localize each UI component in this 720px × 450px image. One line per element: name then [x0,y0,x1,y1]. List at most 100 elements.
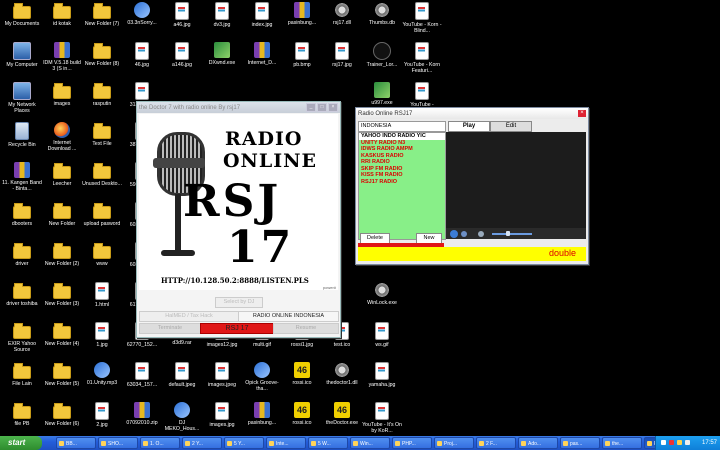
desktop-icon[interactable]: My Computer [2,42,42,68]
desktop-icon[interactable]: New Folder (7) [82,2,122,27]
tab-edit[interactable]: Edit [490,121,532,132]
desktop-icon[interactable]: YouTube - [402,82,442,108]
desktop-icon[interactable]: images.jpg [202,402,242,428]
desktop-icon[interactable]: YouTube - Korn Featuri... [402,42,442,74]
desktop-icon[interactable]: New Folder (2) [42,242,82,267]
desktop-icon[interactable]: ws.gif [362,322,402,348]
desktop-icon[interactable]: 11. Kangen Band - Binta... [2,162,42,192]
desktop-icon[interactable]: yamaha.jpg [362,362,402,388]
desktop-icon[interactable]: dbooters [2,202,42,227]
desktop-icon[interactable]: Internet Download ... [42,122,82,152]
speaker-icon[interactable] [478,231,484,237]
desktop-icon[interactable]: rsj17.dll [322,2,362,26]
desktop-icon[interactable]: u997.exe [362,82,402,106]
tray-icon-volume[interactable] [685,440,690,445]
desktop-icon[interactable]: www [82,242,122,267]
taskbar-button[interactable]: Inte... [266,437,306,449]
volume-slider[interactable] [492,233,532,235]
desktop-icon[interactable]: 46 rossi.ico [282,402,322,426]
desktop-icon[interactable]: New Folder (5) [42,362,82,387]
desktop-icon[interactable]: Internet_D... [242,42,282,66]
desktop-icon[interactable]: 1.html [82,282,122,308]
select-by-dj-button[interactable]: Select by DJ [215,297,263,308]
radio-close-button[interactable]: × [578,110,586,117]
desktop-icon[interactable]: images.jpeg [202,362,242,388]
taskbar-button[interactable]: 2 F... [476,437,516,449]
desktop-icon[interactable]: Recycle Bin [2,122,42,148]
desktop-icon[interactable]: Unused Deskto... [82,162,122,187]
radio-online-indonesia-button[interactable]: RADIO ONLINE INDONESIA [238,311,339,322]
desktop-icon[interactable]: New Folder (6) [42,402,82,427]
taskbar-button[interactable]: 5 Y... [224,437,264,449]
tray-icon-antivirus[interactable] [669,440,674,445]
terminate-button[interactable]: Terminate [139,323,201,334]
tab-play[interactable]: Play [448,121,490,132]
desktop-icon[interactable]: driver [2,242,42,267]
taskbar-button[interactable]: Win... [350,437,390,449]
station-list[interactable]: YAHOO INDO RADIO YIC UNITY RADIO N3 IDWS R… [358,132,446,240]
taskbar-button[interactable]: Proj... [434,437,474,449]
close-button[interactable]: × [328,103,338,112]
station-item[interactable]: RSJ17 RADIO [359,179,445,186]
start-button[interactable]: start [0,436,42,450]
stop-icon[interactable] [461,231,467,237]
desktop-icon[interactable]: images [42,82,82,107]
desktop-icon[interactable]: WinLock.exe [362,282,402,306]
tray-icon-network[interactable] [661,440,666,445]
desktop-icon[interactable]: New Folder (8) [82,42,122,67]
radio-window[interactable]: Radio Online RSJ17 × INDONESIA YAHOO IND… [355,107,589,265]
desktop-icon[interactable]: Thumbs.db [362,2,402,26]
desktop-icon[interactable]: id kotak [42,2,82,27]
desktop-icon[interactable]: rsj17.jpg [322,42,362,68]
halmed-button[interactable]: HalMED / Tax Hack [139,311,239,322]
maximize-button[interactable]: □ [317,103,327,112]
taskbar-button[interactable]: BB... [56,437,96,449]
taskbar-button[interactable]: SHO... [98,437,138,449]
desktop-icon[interactable]: 1.jpg [82,322,122,348]
desktop-icon[interactable]: a146.jpg [162,42,202,68]
desktop-icon[interactable]: 63034_157... [122,362,162,388]
doctor-titlebar[interactable]: the Doctor 7 with radio online By rsj17 … [137,102,340,113]
taskbar-button[interactable]: 5 W... [308,437,348,449]
desktop-icon[interactable]: 03.3nSorry... [122,2,162,26]
desktop-icon[interactable]: Leecher [42,162,82,187]
desktop-icon[interactable]: Trainer_Lor... [362,42,402,68]
desktop-icon[interactable]: File Lain [2,362,42,387]
desktop-icon[interactable]: upload pasword [82,202,122,227]
desktop-icon[interactable]: driver toshiba [2,282,42,307]
resume-button[interactable]: Resume [273,323,339,334]
tray-icon-messenger[interactable] [677,440,682,445]
desktop-icon[interactable]: YouTube - Korn - Blind... [402,2,442,34]
desktop-icon[interactable]: 46 theDoctor.exe [322,402,362,426]
desktop-icon[interactable]: New Folder [42,202,82,227]
taskbar-button[interactable]: pas... [560,437,600,449]
desktop-icon[interactable]: 46 rossi.ico [282,362,322,386]
taskbar-button[interactable]: the... [602,437,642,449]
desktop-icon[interactable]: 01.Unity.mp3 [82,362,122,386]
desktop-icon[interactable]: dv3.jpg [202,2,242,28]
desktop-icon[interactable]: New Folder (4) [42,322,82,347]
taskbar-button[interactable]: 1. O... [140,437,180,449]
desktop-icon[interactable]: 46.jpg [122,42,162,68]
station-search-input[interactable]: INDONESIA [358,121,446,132]
desktop-icon[interactable]: rasputin [82,82,122,107]
desktop-icon[interactable]: DXwnd.exe [202,42,242,66]
desktop-icon[interactable]: 2.jpg [82,402,122,428]
taskbar-button[interactable]: 2 Y... [182,437,222,449]
desktop-icon[interactable]: My Documents [2,2,42,27]
desktop-icon[interactable]: DJ MEKO_Hous... [162,402,202,432]
doctor-window[interactable]: the Doctor 7 with radio online By rsj17 … [136,101,341,338]
desktop-icon[interactable]: default.jpeg [162,362,202,388]
volume-knob[interactable] [506,231,510,236]
play-icon[interactable] [450,230,458,238]
taskbar-button[interactable]: Ado... [518,437,558,449]
desktop-icon[interactable]: Opick Groove-tha... [242,362,282,392]
rsj17-button[interactable]: RSJ 17 [200,323,274,334]
taskbar-button[interactable]: PHP... [392,437,432,449]
desktop-icon[interactable]: EXIR Yahoo Source [2,322,42,353]
desktop-icon[interactable]: 07092010.zip [122,402,162,426]
desktop-icon[interactable]: pasinbung... [282,2,322,26]
desktop-icon[interactable]: pb.bmp [282,42,322,68]
desktop-icon[interactable]: pasinbung... [242,402,282,426]
desktop-icon[interactable]: Text File [82,122,122,147]
